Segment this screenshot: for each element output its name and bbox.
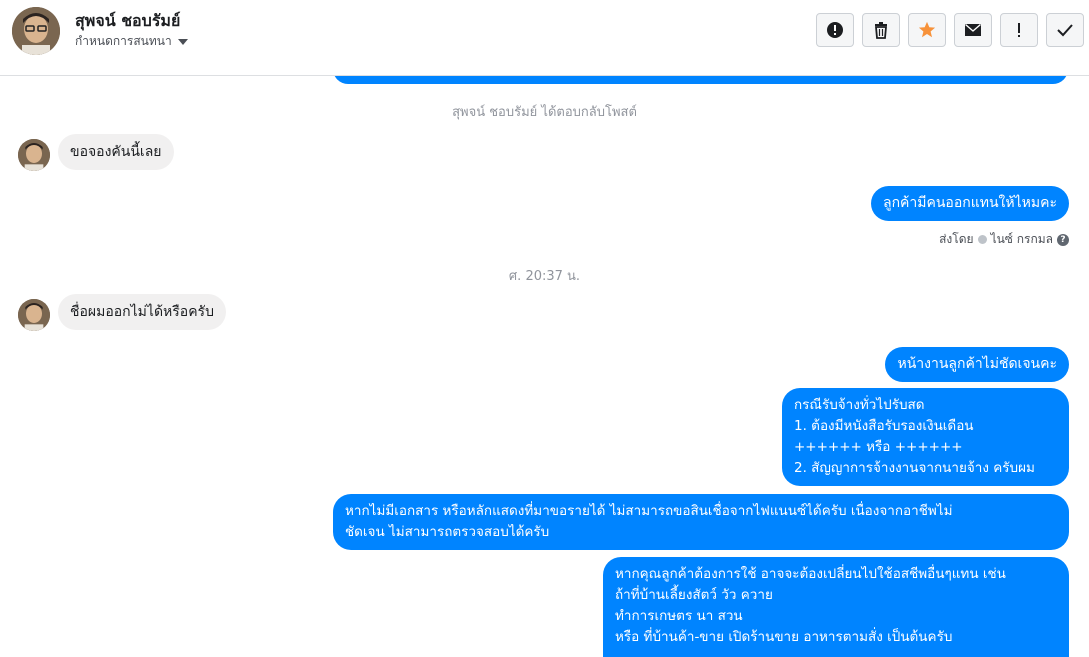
incoming-message: ขอจองคันนี้เลย	[58, 134, 174, 170]
outgoing-message: หากคุณลูกค้าต้องการใช้ อาจจะต้องเปลี่ยนไ…	[603, 557, 1069, 657]
contact-avatar-small	[18, 299, 50, 331]
outgoing-message: หน้างานลูกค้าไม่ชัดเจนคะ	[885, 347, 1069, 382]
spam-icon	[827, 22, 843, 38]
outgoing-message: หากไม่มีเอกสาร หรือหลักแสดงที่มาขอรายได้…	[333, 494, 1069, 550]
outgoing-message: กรณีรับจ้างทั่วไปรับสด 1. ต้องมีหนังสือร…	[782, 388, 1069, 486]
contact-avatar[interactable]	[12, 7, 60, 55]
mark-important-button[interactable]	[1000, 13, 1038, 47]
caret-down-icon	[177, 38, 188, 45]
sent-by-line: ส่งโดย ไนซ์ กรกมล ?	[939, 230, 1069, 249]
mail-icon	[965, 23, 981, 36]
assign-label: กำหนดการสนทนา	[75, 34, 172, 48]
user-dot-icon	[977, 235, 987, 244]
timestamp: ศ. 20:37 น.	[508, 269, 581, 284]
incoming-message: ชื่อผมออกไม่ได้หรือครับ	[58, 294, 226, 330]
contact-name: สุพจน์ ชอบรัมย์	[75, 11, 181, 30]
sent-by-name: ไนซ์ กรกมล	[990, 232, 1053, 246]
star-button[interactable]	[908, 13, 946, 47]
star-icon	[918, 21, 936, 38]
message-bubble-partial	[333, 76, 1068, 84]
contact-avatar-small	[18, 139, 50, 171]
help-icon[interactable]: ?	[1057, 233, 1069, 246]
trash-icon	[875, 22, 887, 39]
message-thread[interactable]: สุพจน์ ชอบรัมย์ ได้ตอบกลับโพสต์ ขอจองคัน…	[0, 76, 1089, 657]
sent-by-prefix: ส่งโดย	[939, 232, 974, 246]
mark-unread-button[interactable]	[954, 13, 992, 47]
conversation-actions	[816, 13, 1084, 47]
assign-conversation-dropdown[interactable]: กำหนดการสนทนา	[75, 32, 188, 51]
delete-button[interactable]	[862, 13, 900, 47]
check-icon	[1057, 24, 1073, 37]
important-icon	[1018, 23, 1020, 37]
reply-note: สุพจน์ ชอบรัมย์ ได้ตอบกลับโพสต์	[452, 105, 637, 120]
mark-done-button[interactable]	[1046, 13, 1084, 47]
outgoing-message: ลูกค้ามีคนออกแทนให้ไหมคะ	[870, 186, 1069, 221]
conversation-header: สุพจน์ ชอบรัมย์ กำหนดการสนทนา	[0, 0, 1089, 76]
mark-spam-button[interactable]	[816, 13, 854, 47]
